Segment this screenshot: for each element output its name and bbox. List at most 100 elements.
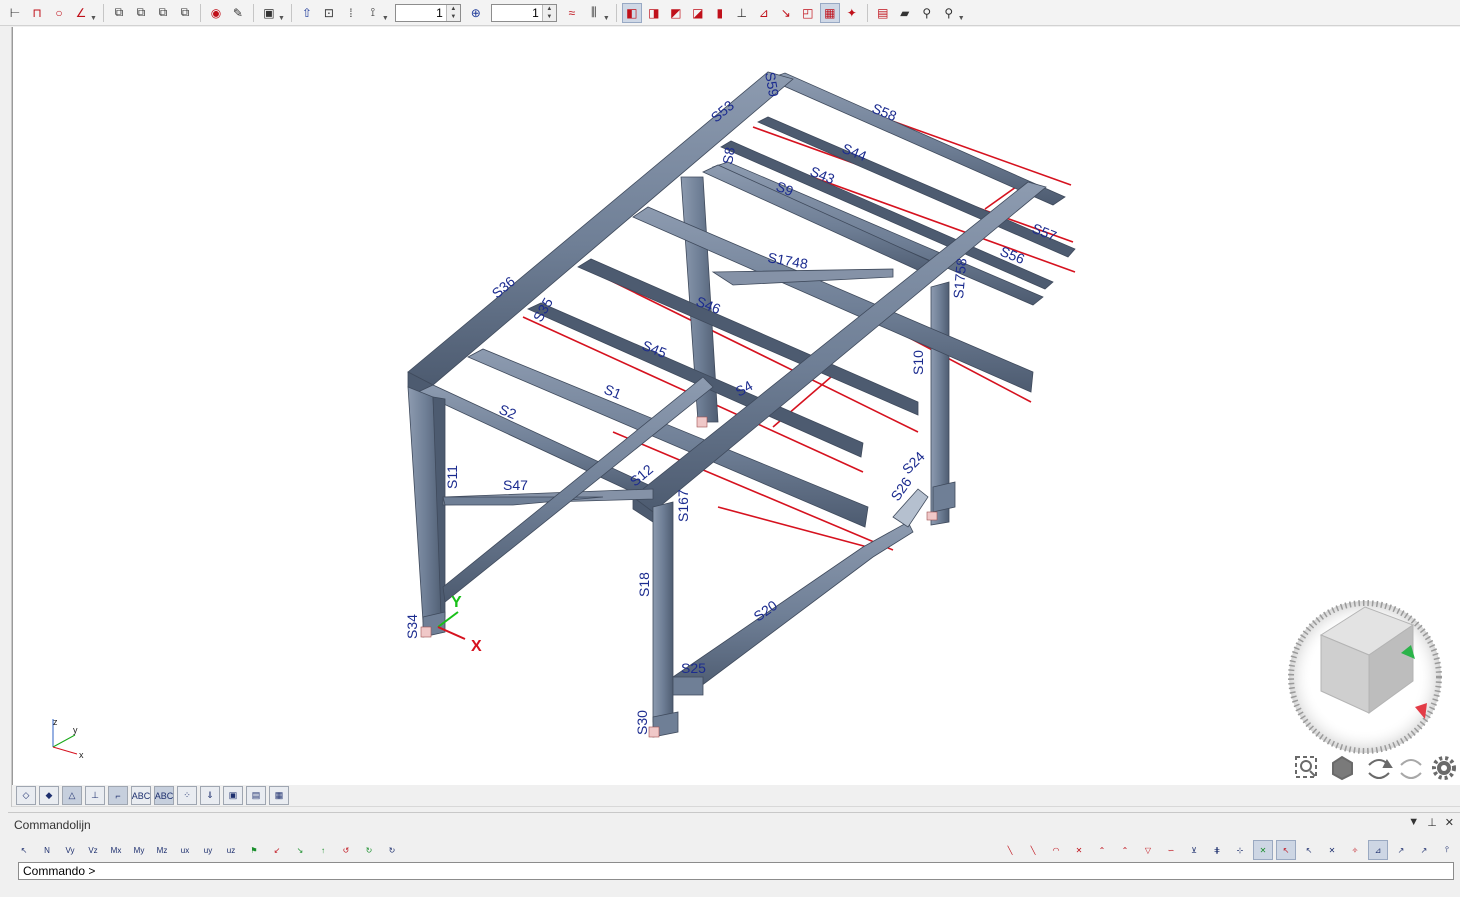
result-n-button[interactable]: N (37, 840, 57, 860)
level-input-2[interactable] (491, 4, 542, 21)
snap-inter-icon[interactable]: ✕ (1322, 840, 1342, 860)
view-cube-icon[interactable] (1332, 755, 1353, 781)
filter-moment-icon[interactable]: ◰ (798, 3, 818, 23)
orbit-icon[interactable] (1368, 759, 1393, 779)
chevron-down-icon[interactable]: ▼ (382, 15, 389, 25)
snap-node-icon[interactable]: ⊹ (1230, 840, 1250, 860)
result-ux-button[interactable]: ux (175, 840, 195, 860)
copy-icon[interactable]: ⧉ (109, 3, 129, 23)
cross-tool-icon[interactable]: ✕ (1069, 840, 1089, 860)
view-cube[interactable] (1288, 600, 1442, 754)
diagram-icon[interactable]: ⫼ (584, 3, 604, 23)
result-uz-button[interactable]: uz (221, 840, 241, 860)
filter-load-icon[interactable]: ↘ (776, 3, 796, 23)
spin-up-icon[interactable]: ▲ (446, 4, 460, 13)
result-vy-button[interactable]: Vy (60, 840, 80, 860)
snap-tangent-icon[interactable]: ⊿ (1368, 840, 1388, 860)
chevron-down-icon[interactable]: ▼ (958, 15, 965, 25)
snap-perp-icon[interactable]: ↖ (1299, 840, 1319, 860)
zoom-sheet-icon[interactable]: ⊡ (319, 3, 339, 23)
supports-icon[interactable]: △ (62, 786, 82, 805)
spin-up-icon[interactable]: ▲ (542, 4, 556, 13)
arrow-up-icon[interactable]: ⇧ (297, 3, 317, 23)
close-icon[interactable]: ✕ (1445, 816, 1454, 829)
spin-arrows[interactable]: ▲ ▼ (541, 4, 556, 21)
copy-stack-icon[interactable]: ⧉ (175, 3, 195, 23)
snap-center-icon[interactable]: ✧ (1345, 840, 1365, 860)
select-filter-icon[interactable]: ⚲ (917, 3, 937, 23)
results-icon[interactable]: ⇓ (200, 786, 220, 805)
copy-plane-icon[interactable]: ⧉ (153, 3, 173, 23)
zoom-extents-icon[interactable] (1295, 756, 1317, 778)
polyline-tool-icon[interactable]: ⌃ (1092, 840, 1112, 860)
spin-arrows[interactable]: ▲ ▼ (445, 4, 460, 21)
filter-funnel-icon[interactable]: ⚲ (939, 3, 959, 23)
snap-mid-icon[interactable]: ↖ (1276, 840, 1296, 860)
triangle-tool-icon[interactable]: ▽ (1138, 840, 1158, 860)
flag-icon[interactable]: ⚑ (244, 840, 264, 860)
level-input-1[interactable] (395, 4, 446, 21)
save-icon[interactable]: ▤ (873, 3, 893, 23)
dimension-icon[interactable]: ⟟ (363, 3, 383, 23)
level-spinner-1[interactable]: ▲▼ (394, 3, 461, 22)
result-mz-button[interactable]: Mz (152, 840, 172, 860)
chevron-down-icon[interactable]: ▼ (278, 15, 285, 25)
settings-icon[interactable] (1432, 756, 1456, 780)
node-icon[interactable]: ⊕ (466, 3, 486, 23)
snap-near-icon[interactable]: ↗ (1391, 840, 1411, 860)
rotate-blue-icon[interactable]: ↻ (382, 840, 402, 860)
panel-menu-icon[interactable]: ▼ (1408, 816, 1419, 829)
wave-icon[interactable]: ≈ (562, 3, 582, 23)
ruler-icon[interactable]: ⊢ (5, 3, 25, 23)
pin-icon[interactable]: ⊥ (1427, 816, 1437, 829)
table-icon[interactable]: ▤ (246, 786, 266, 805)
filter-mesh-icon[interactable]: ▦ (819, 2, 840, 23)
labels-icon[interactable]: ABC (131, 786, 151, 805)
render-icon[interactable]: ◆ (39, 786, 59, 805)
snap-end-icon[interactable]: ✕ (1253, 840, 1273, 860)
result-vz-button[interactable]: Vz (83, 840, 103, 860)
command-input[interactable]: Commando > (18, 862, 1454, 880)
result-uy-button[interactable]: uy (198, 840, 218, 860)
spin-down-icon[interactable]: ▼ (446, 12, 460, 21)
spin-down-icon[interactable]: ▼ (542, 12, 556, 21)
line-tool-2-icon[interactable]: ╲ (1023, 840, 1043, 860)
import-icon[interactable]: ▣ (259, 3, 279, 23)
filter-brace-icon[interactable]: ◩ (666, 3, 686, 23)
report-icon[interactable]: ▣ (223, 786, 243, 805)
pencil-icon[interactable]: ✎ (228, 3, 248, 23)
select-cursor-icon[interactable]: ↖ (14, 840, 34, 860)
loads-icon[interactable]: ⊥ (85, 786, 105, 805)
filter-plate-icon[interactable]: ◪ (688, 3, 708, 23)
result-mx-button[interactable]: Mx (106, 840, 126, 860)
polyline-tool-2-icon[interactable]: ⌃ (1115, 840, 1135, 860)
chevron-down-icon[interactable]: ▼ (603, 15, 610, 25)
snap-menu-icon[interactable]: ⊻ (1184, 840, 1204, 860)
snap-grid-icon[interactable]: ⋕ (1207, 840, 1227, 860)
grid-display-icon[interactable]: ▦ (269, 786, 289, 805)
angle-icon[interactable]: ∠ (71, 3, 91, 23)
copy-array-icon[interactable]: ⧉ (131, 3, 151, 23)
result-my-button[interactable]: My (129, 840, 149, 860)
arrow-up-green-icon[interactable]: ↑ (313, 840, 333, 860)
rotate-red-icon[interactable]: ↺ (336, 840, 356, 860)
eye-icon[interactable]: ◉ (206, 3, 226, 23)
chevron-down-icon[interactable]: ▼ (90, 15, 97, 25)
filter-node-icon[interactable]: ▮ (710, 3, 730, 23)
filter-star-icon[interactable]: ✦ (842, 3, 862, 23)
local-axes-icon[interactable]: ⌐ (108, 786, 128, 805)
mesh-icon[interactable]: ⁘ (177, 786, 197, 805)
model-canvas[interactable]: Y X z y x S58 S53 S44 S43 S9 S57 S56 S17… (13, 27, 1460, 785)
line-tool-1-icon[interactable]: ╲ (1000, 840, 1020, 860)
arrow-diag-icon[interactable]: ↙ (267, 840, 287, 860)
snap-ext-icon[interactable]: ⫯ (1437, 840, 1457, 860)
filter-support-icon[interactable]: ⊥ (732, 3, 752, 23)
labels-alt-icon[interactable]: ABC (154, 786, 174, 805)
rotate-green-icon[interactable]: ↻ (359, 840, 379, 860)
curve-tool-icon[interactable]: ∽ (1161, 840, 1181, 860)
arc-tool-icon[interactable]: ◠ (1046, 840, 1066, 860)
circle-icon[interactable]: ○ (49, 3, 69, 23)
snap-quad-icon[interactable]: ↗ (1414, 840, 1434, 860)
filter-column-icon[interactable]: ◨ (644, 3, 664, 23)
pan-icon[interactable] (1400, 759, 1422, 779)
